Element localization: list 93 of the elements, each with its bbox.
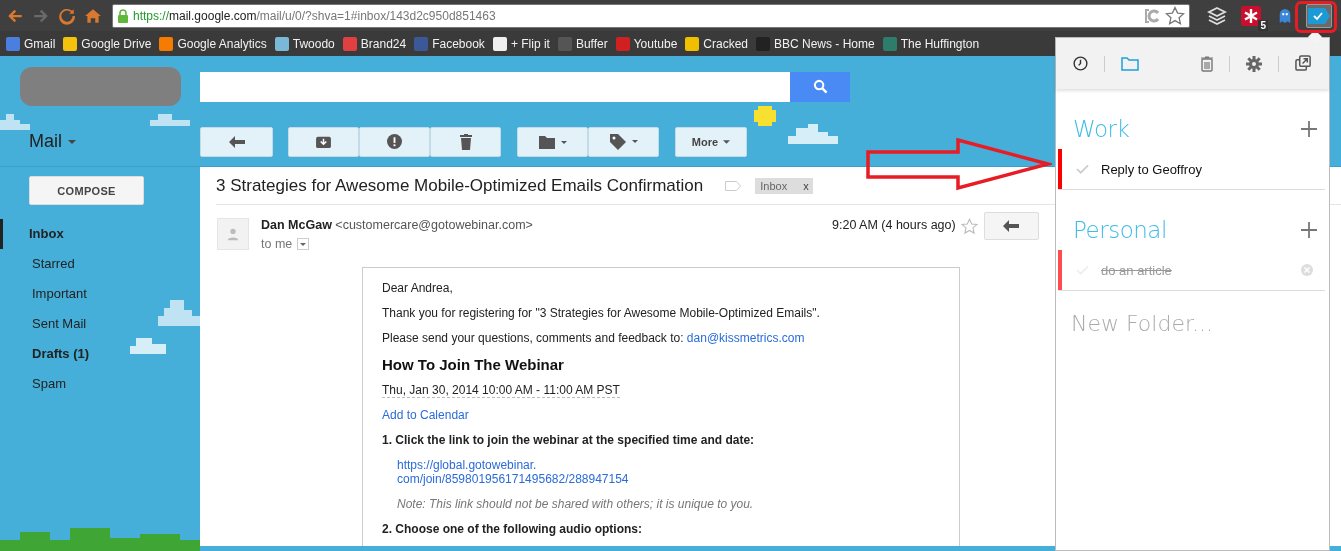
popup-tab[interactable]: [1073, 56, 1088, 71]
body-text: Dear Andrea,: [382, 281, 454, 295]
stack-icon: [1207, 5, 1227, 26]
popup-tab[interactable]: [1295, 55, 1312, 72]
reply-arrow-icon: [1003, 220, 1020, 232]
bookmark-link[interactable]: The Huffington: [882, 36, 980, 51]
caret-icon: [300, 242, 307, 246]
reply-arrow-icon: [228, 135, 245, 148]
folder-icon: [538, 134, 567, 149]
checkmark-tag-icon: [1308, 7, 1330, 24]
webinar-link[interactable]: https://global.gotowebinar. com/join/859801956171495682/288947154: [397, 458, 629, 486]
bookmark-link[interactable]: Google Drive: [63, 36, 152, 51]
event-date: Thu, Jan 30, 2014 10:00 AM - 11:00 AM PST: [382, 383, 620, 398]
task-item[interactable]: Reply to Geoffroy: [1058, 149, 1325, 190]
extension-badge: 5: [1258, 19, 1268, 31]
bookmark-link[interactable]: Facebook: [414, 36, 485, 51]
bookmark-link[interactable]: Youtube: [615, 36, 678, 51]
tag-icon: [609, 133, 638, 150]
delete-button[interactable]: [430, 126, 501, 157]
step-text: 1. Click the link to join the webinar at the specified time and date:: [382, 433, 756, 447]
folder-icon: [1121, 56, 1139, 71]
settings-icon: [1246, 55, 1262, 72]
compose-button[interactable]: COMPOSE: [29, 176, 144, 205]
extension-button[interactable]: [1306, 3, 1332, 28]
archive-button[interactable]: [288, 126, 359, 157]
caret-icon: [68, 139, 76, 144]
cloud-drawing: [150, 112, 190, 126]
mailbox-link[interactable]: Spam: [0, 369, 200, 399]
search-button[interactable]: [790, 71, 850, 102]
cloud-drawing: [788, 124, 838, 144]
star-icon[interactable]: [1165, 5, 1185, 26]
bookmark-link[interactable]: BBC News - Home: [756, 36, 875, 51]
clock-icon: [1073, 56, 1088, 71]
trash-icon: [1201, 55, 1213, 72]
caret-icon: [723, 139, 731, 144]
star-icon[interactable]: [960, 218, 978, 235]
bookmark-link[interactable]: Twoodo: [274, 36, 335, 51]
sender-name: Dan McGaw: [261, 218, 332, 232]
search-field[interactable]: [200, 71, 790, 102]
exclamation-icon: [387, 134, 402, 149]
note-text: Note: This link should not be shared with others; it is unique to you.: [396, 497, 755, 511]
remove-label-button[interactable]: x: [803, 179, 809, 192]
mailbox-link[interactable]: Drafts (1): [0, 339, 200, 369]
body-text: Thank you for registering for "3 Strategies for Awesome Mobile-Optimized Emails".: [382, 306, 821, 320]
sender-email: <customercare@gotowebinar.com>: [335, 218, 533, 232]
step-text: 2. Choose one of the following audio options:: [382, 522, 643, 536]
section-heading: How To Join The Webinar: [382, 356, 565, 373]
recipient-text: to me: [261, 237, 293, 251]
mailbox-link[interactable]: Sent Mail: [0, 309, 200, 339]
check-icon[interactable]: [1076, 164, 1089, 174]
cloud-drawing: [130, 336, 166, 354]
message-time: 9:20 AM (4 hours ago): [832, 218, 956, 232]
popup-tab[interactable]: [1246, 55, 1262, 72]
email-link[interactable]: dan@kissmetrics.com: [686, 331, 805, 345]
inbox-label: Inbox x: [755, 177, 813, 194]
bookmark-link[interactable]: Gmail: [6, 36, 56, 51]
move-to-button[interactable]: [517, 126, 588, 157]
details-dropdown[interactable]: [297, 238, 310, 250]
popout-icon: [1295, 55, 1312, 72]
task-text: Reply to Geoffroy: [1101, 161, 1202, 177]
sun-icon: [752, 106, 778, 126]
bookmark-link[interactable]: Google Analytics: [159, 36, 267, 51]
bookmark-link[interactable]: Brand24: [342, 36, 407, 51]
reply-button[interactable]: [983, 212, 1039, 240]
mailbox-link[interactable]: Starred: [0, 249, 200, 279]
extension-button[interactable]: 5: [1238, 3, 1264, 28]
bookmark-link[interactable]: Cracked: [685, 36, 748, 51]
reply-button[interactable]: [200, 126, 273, 157]
mail-dropdown[interactable]: Mail: [0, 131, 200, 152]
bookmark-link[interactable]: + Flip it: [492, 36, 550, 51]
body-text: Please send your questions, comments and feedback to:: [382, 331, 684, 345]
add-icon[interactable]: [1301, 222, 1317, 238]
address-text: https://mail.google.com/mail/u/0/?shva=1#inbox/143d2c950d851463: [133, 8, 496, 23]
add-icon[interactable]: [1301, 121, 1317, 137]
mailbox-link[interactable]: Important: [0, 279, 200, 309]
email-subject: 3 Strategies for Awesome Mobile-Optimized Emails Confirmation: [216, 175, 704, 196]
cloud-drawing: [158, 300, 200, 326]
archive-icon: [316, 135, 331, 148]
calendar-link[interactable]: Add to Calendar: [382, 408, 469, 422]
more-button[interactable]: More: [675, 126, 747, 157]
report-spam-button[interactable]: [359, 126, 430, 157]
bookmark-link[interactable]: Buffer: [557, 36, 608, 51]
lock-icon: [117, 8, 129, 23]
bracket-c-icon[interactable]: [1143, 6, 1161, 25]
reload-icon[interactable]: [58, 6, 76, 25]
trash-icon: [459, 133, 472, 150]
task-text: do an article: [1101, 262, 1172, 278]
address-bar[interactable]: https://mail.google.com/mail/u/0/?shva=1#inbox/143d2c950d851463: [112, 3, 1190, 28]
labels-button[interactable]: [588, 126, 659, 157]
avatar-placeholder: [217, 218, 249, 250]
search-icon: [812, 79, 828, 94]
asterisk-icon: [1241, 5, 1261, 26]
new-folder-field[interactable]: New Folder...: [1071, 307, 1311, 340]
